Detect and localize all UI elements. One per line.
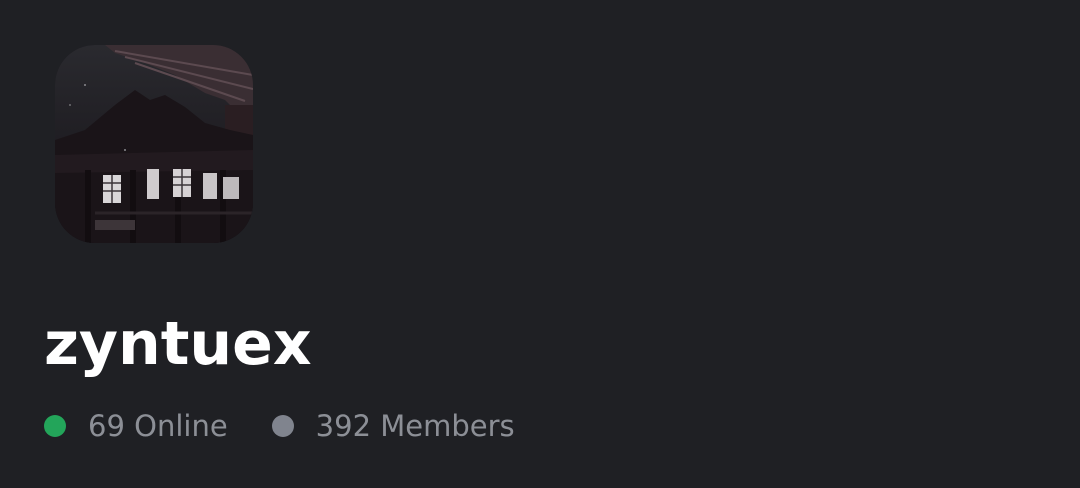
members-status-dot-icon — [271, 415, 294, 437]
members-count-label: 392 Members — [315, 409, 515, 443]
online-stat: 69 Online — [44, 409, 228, 443]
server-stats: 69 Online 392 Members — [44, 404, 515, 448]
online-status-dot-icon — [44, 415, 66, 437]
members-stat: 392 Members — [271, 409, 515, 443]
server-name: zyntuex — [44, 309, 312, 379]
online-count-label: 69 Online — [88, 409, 228, 443]
temple-image-icon — [55, 45, 253, 243]
server-profile-header: zyntuex 69 Online 392 Members — [0, 0, 1080, 488]
server-icon[interactable] — [55, 45, 253, 243]
